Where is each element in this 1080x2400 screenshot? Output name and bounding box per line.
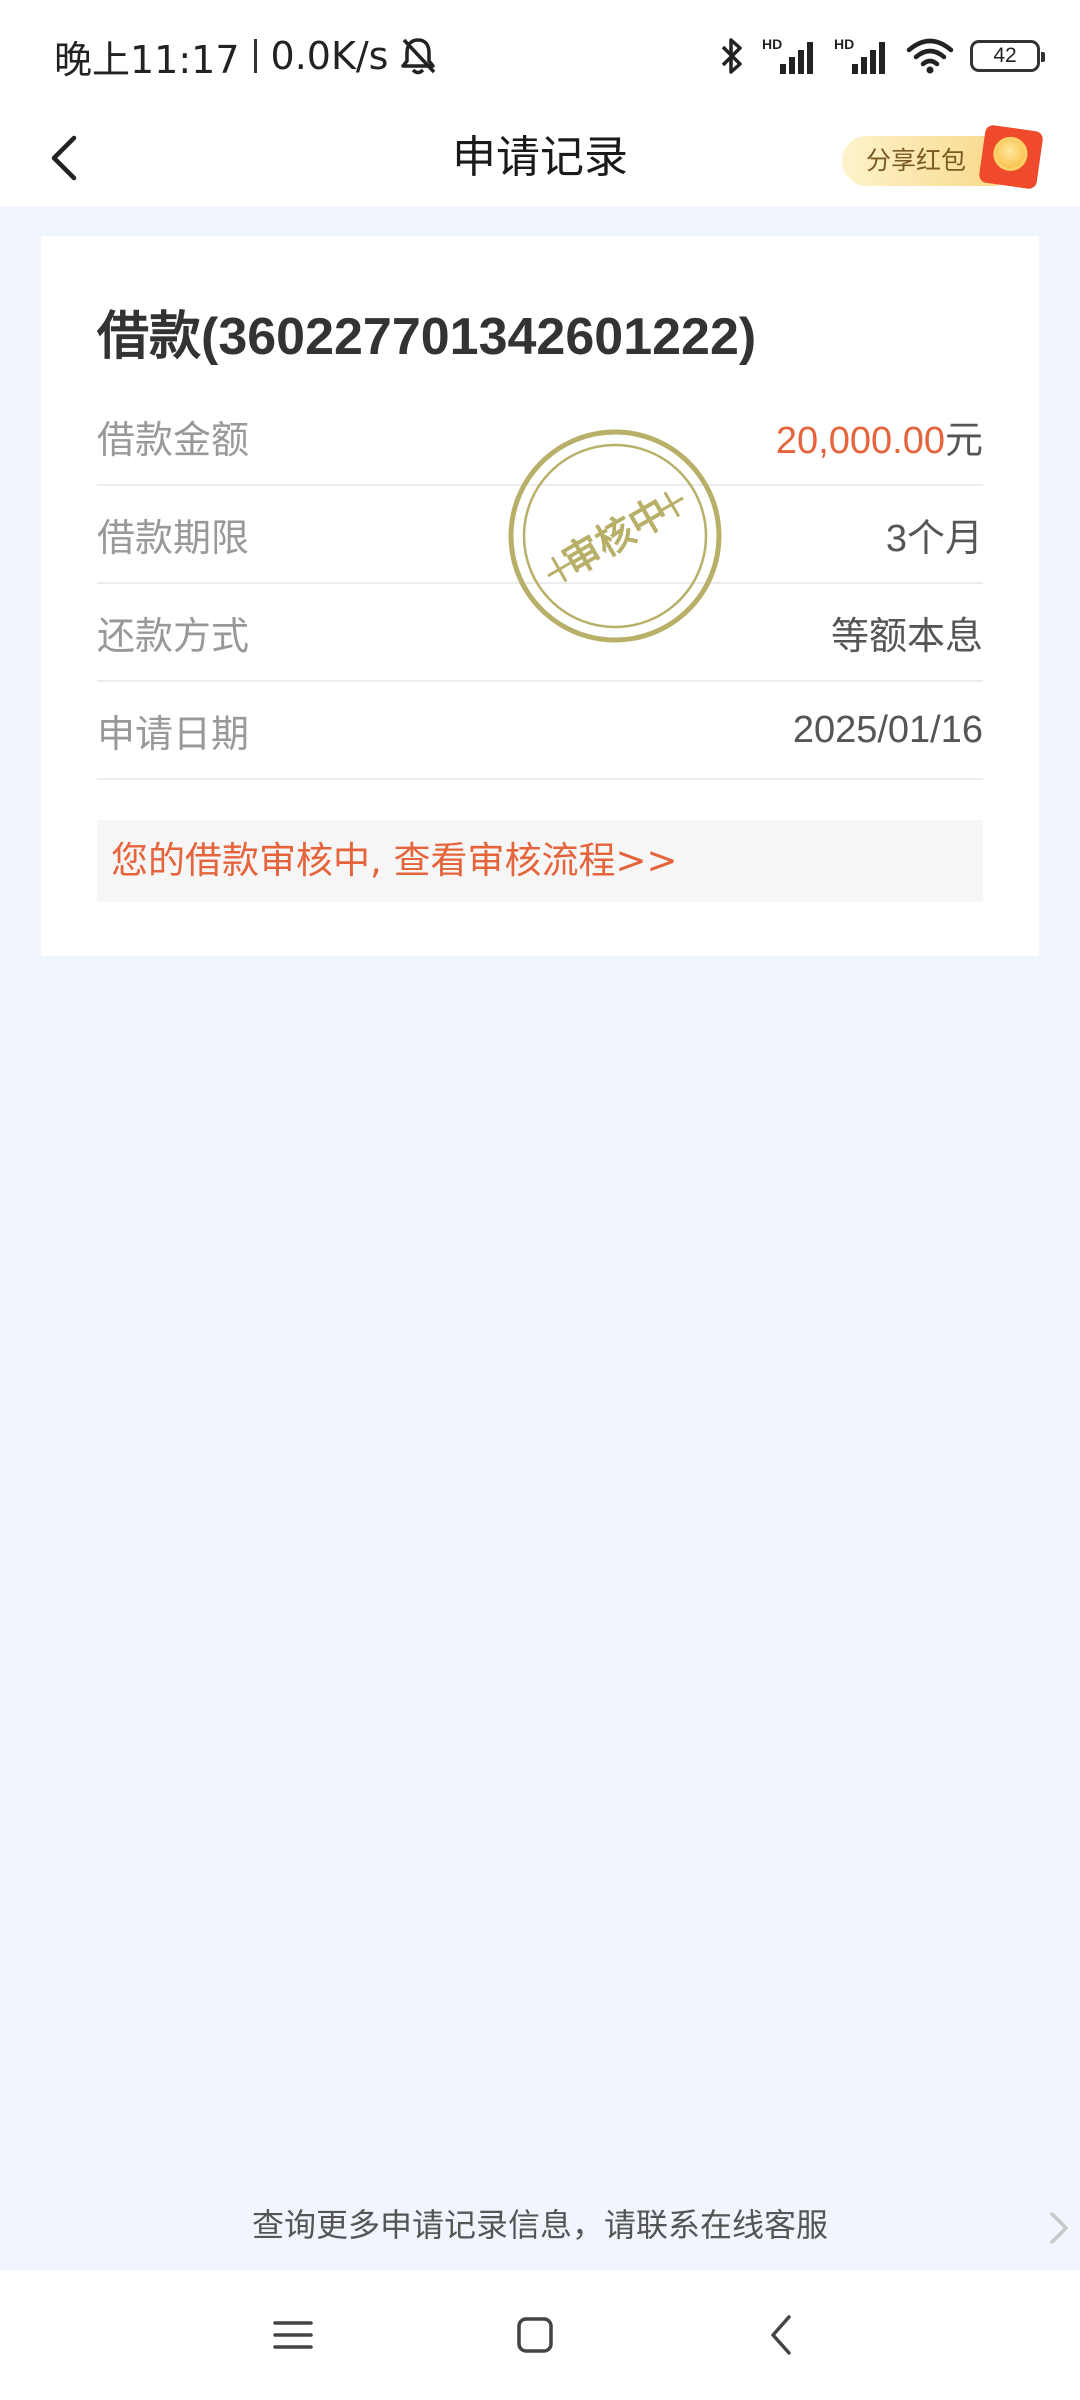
share-redpacket-button[interactable]: 分享红包 [842,120,1044,192]
row-application-date: 申请日期 2025/01/16 [97,682,983,780]
battery-level: 42 [993,44,1017,67]
nav-bar: 申请记录 分享红包 [0,110,1080,206]
loan-title: 借款(360227701342601222) [97,308,757,366]
status-right: HD HD 42 [718,32,1045,80]
share-redpacket-label: 分享红包 [842,136,1002,186]
loan-amount-number: 20,000.00 [775,419,945,462]
review-progress-link[interactable]: 您的借款审核中, 查看审核流程>> [97,820,983,902]
loan-term-value: 3个月 [885,517,983,560]
repayment-method-value: 等额本息 [830,615,983,658]
loan-amount-value: 20,000.00元 [776,409,983,464]
signal-icon: HD [762,36,818,76]
under-review-stamp: 审核中 [505,426,725,646]
back-triangle-icon [771,2315,791,2355]
mute-bell-icon [396,34,440,78]
application-date-value: 2025/01/16 [792,708,983,751]
loan-amount-unit: 元 [944,419,983,462]
bluetooth-icon [718,35,746,77]
detail-label: 借款金额 [97,417,250,462]
detail-label: 申请日期 [97,711,250,756]
home-button[interactable] [500,2300,570,2370]
detail-label: 还款方式 [97,613,250,658]
home-square-icon [517,2317,553,2353]
contact-service-hint[interactable]: 查询更多申请记录信息，请联系在线客服 [0,2190,1080,2260]
chevron-right-icon [1044,2208,1074,2248]
system-back-button[interactable] [746,2300,816,2370]
menu-icon [273,2321,313,2349]
status-net-speed: 0.0K/s [270,34,389,78]
status-bar: 晚上11:17 0.0K/s HD HD 42 [0,0,1080,110]
status-left: 晚上11:17 0.0K/s [54,32,440,82]
detail-label: 借款期限 [97,515,250,560]
battery-icon: 42 [970,40,1045,72]
status-separator [253,39,257,73]
status-time: 晚上11:17 [54,37,240,82]
menu-button[interactable] [258,2300,328,2370]
wifi-icon [906,36,954,76]
red-envelope-icon [978,124,1044,190]
coin-icon [991,134,1030,174]
top-area: 晚上11:17 0.0K/s HD HD 42 申请记录 分享红包 [0,0,1080,206]
system-navigation-bar [0,2270,1080,2400]
stamp-text: 审核中 [555,489,676,584]
application-record-card: 借款(360227701342601222) 借款金额 20,000.00元 借… [41,236,1039,956]
signal-icon-2: HD [834,36,890,76]
